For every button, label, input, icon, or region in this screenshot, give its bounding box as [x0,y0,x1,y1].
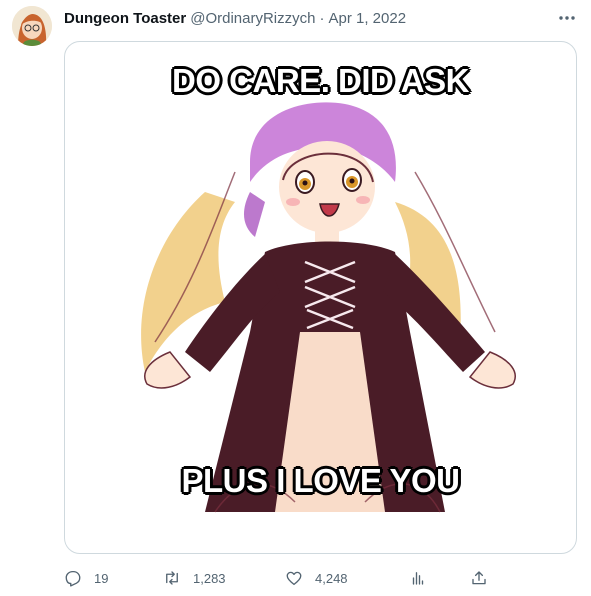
avatar[interactable] [12,6,52,46]
retweet-icon [166,571,178,585]
analytics-icon [412,572,424,585]
tweet-media[interactable]: DO CARE. DID ASK PLUS I LOVE YOU [64,41,577,554]
avatar-image [12,6,52,46]
more-options-button[interactable] [557,8,577,28]
reply-count: 19 [94,570,109,586]
like-count: 4,248 [315,570,348,586]
share-icon [472,571,486,585]
heart-icon [286,571,302,586]
tweet-header: Dungeon Toaster @OrdinaryRizzych · Apr 1… [64,8,579,28]
reply-icon [65,570,81,587]
tweet: Dungeon Toaster @OrdinaryRizzych · Apr 1… [0,0,591,596]
meme-caption-bottom: PLUS I LOVE YOU [181,462,460,499]
tweet-actions: 19 1,283 4,248 [64,567,504,589]
meme-caption-top: DO CARE. DID ASK [172,62,469,99]
tweet-date[interactable]: Apr 1, 2022 [329,10,407,27]
more-horizontal-icon [559,16,575,20]
analytics-button[interactable] [409,569,427,587]
user-handle[interactable]: @OrdinaryRizzych [190,10,315,27]
retweet-count: 1,283 [193,570,226,586]
retweet-button[interactable]: 1,283 [163,569,226,587]
share-button[interactable] [470,569,488,587]
like-button[interactable]: 4,248 [285,569,348,587]
reply-button[interactable]: 19 [64,569,108,587]
display-name[interactable]: Dungeon Toaster [64,10,186,27]
separator-dot: · [319,9,325,27]
